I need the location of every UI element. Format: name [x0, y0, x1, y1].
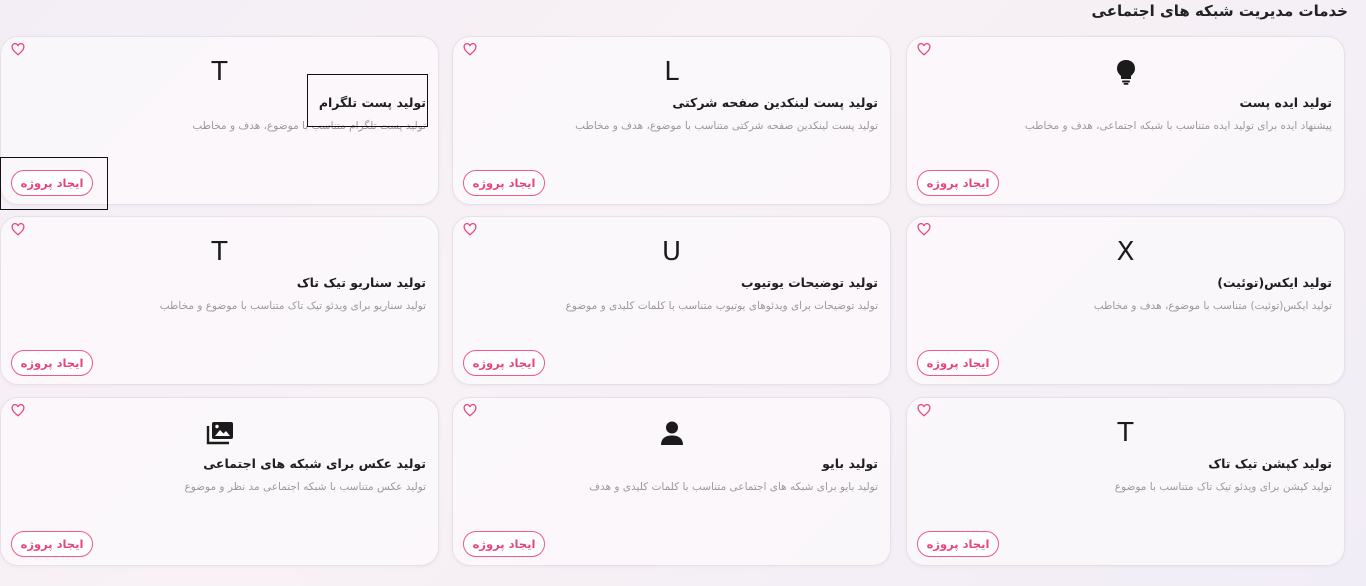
- card-social-image[interactable]: تولید عکس برای شبکه های اجتماعی تولید عک…: [0, 397, 439, 566]
- letter-t-icon: T: [211, 237, 228, 267]
- card-title: تولید عکس برای شبکه های اجتماعی: [203, 456, 426, 471]
- create-project-button[interactable]: ایجاد پروژه: [917, 531, 999, 557]
- page: خدمات مدیریت شبکه های اجتماعی تولید ایده…: [0, 0, 1366, 586]
- card-title: تولید کپشن تیک تاک: [1208, 456, 1332, 471]
- card-description: تولید سناریو برای ویدئو تیک تاک متناسب ب…: [159, 300, 426, 312]
- create-project-button[interactable]: ایجاد پروژه: [463, 350, 545, 376]
- person-icon: [453, 418, 890, 448]
- card-description: تولید عکس متناسب با شبکه اجتماعی مد نظر …: [184, 481, 426, 493]
- create-project-button[interactable]: ایجاد پروژه: [463, 170, 545, 196]
- card-description: تولید بایو برای شبکه های اجتماعی متناسب …: [589, 481, 878, 493]
- create-project-button[interactable]: ایجاد پروژه: [463, 531, 545, 557]
- card-title: تولید بایو: [822, 456, 878, 471]
- create-project-button[interactable]: ایجاد پروژه: [917, 350, 999, 376]
- card-title: تولید پست لینکدین صفحه شرکتی: [672, 95, 878, 110]
- create-project-button[interactable]: ایجاد پروژه: [917, 170, 999, 196]
- card-description: تولید کپشن برای ویدئو تیک تاک متناسب با …: [1114, 481, 1332, 493]
- create-project-button[interactable]: ایجاد پروژه: [11, 531, 93, 557]
- create-project-button[interactable]: ایجاد پروژه: [11, 170, 93, 196]
- heart-icon[interactable]: [917, 43, 931, 56]
- card-tiktok-scenario[interactable]: T تولید سناریو تیک تاک تولید سناریو برای…: [0, 216, 439, 385]
- create-project-button[interactable]: ایجاد پروژه: [11, 350, 93, 376]
- card-title: تولید ایده پست: [1239, 95, 1332, 110]
- card-post-idea[interactable]: تولید ایده پست پیشنهاد ایده برای تولید ا…: [906, 36, 1345, 205]
- card-youtube-description[interactable]: U تولید توضیحات یوتیوب تولید توضیحات برا…: [452, 216, 891, 385]
- card-telegram-post[interactable]: T تولید پست تلگرام تولید پست تلگرام متنا…: [0, 36, 439, 205]
- card-description: تولید ایکس(توئیت) متناسب با موضوع، هدف و…: [1093, 300, 1332, 312]
- card-description: تولید پست تلگرام متناسب با موضوع، هدف و …: [192, 120, 426, 132]
- heart-icon[interactable]: [463, 223, 477, 236]
- photo-library-icon: [1, 418, 438, 448]
- letter-t-icon: T: [1117, 418, 1134, 448]
- letter-x-icon: X: [1116, 237, 1135, 267]
- lightbulb-icon: [907, 57, 1344, 87]
- heart-icon[interactable]: [917, 404, 931, 417]
- card-title: تولید توضیحات یوتیوب: [741, 275, 878, 290]
- heart-icon[interactable]: [463, 43, 477, 56]
- card-x-tweet[interactable]: X تولید ایکس(توئیت) تولید ایکس(توئیت) مت…: [906, 216, 1345, 385]
- card-description: پیشنهاد ایده برای تولید ایده متناسب با ش…: [1024, 120, 1332, 132]
- heart-icon[interactable]: [11, 43, 25, 56]
- heart-icon[interactable]: [917, 223, 931, 236]
- card-title: تولید پست تلگرام: [318, 95, 426, 110]
- card-tiktok-caption[interactable]: T تولید کپشن تیک تاک تولید کپشن برای وید…: [906, 397, 1345, 566]
- card-bio[interactable]: تولید بایو تولید بایو برای شبکه های اجتم…: [452, 397, 891, 566]
- card-description: تولید توضیحات برای ویدئوهای یوتیوب متناس…: [565, 300, 878, 312]
- section-title: خدمات مدیریت شبکه های اجتماعی: [1091, 2, 1348, 20]
- heart-icon[interactable]: [11, 404, 25, 417]
- card-linkedin-post[interactable]: L تولید پست لینکدین صفحه شرکتی تولید پست…: [452, 36, 891, 205]
- letter-t-icon: T: [211, 57, 228, 87]
- letter-u-icon: U: [661, 237, 682, 267]
- letter-l-icon: L: [664, 57, 679, 87]
- card-title: تولید ایکس(توئیت): [1217, 275, 1332, 290]
- heart-icon[interactable]: [463, 404, 477, 417]
- card-title: تولید سناریو تیک تاک: [296, 275, 426, 290]
- card-description: تولید پست لینکدین صفحه شرکتی متناسب با م…: [575, 120, 878, 132]
- heart-icon[interactable]: [11, 223, 25, 236]
